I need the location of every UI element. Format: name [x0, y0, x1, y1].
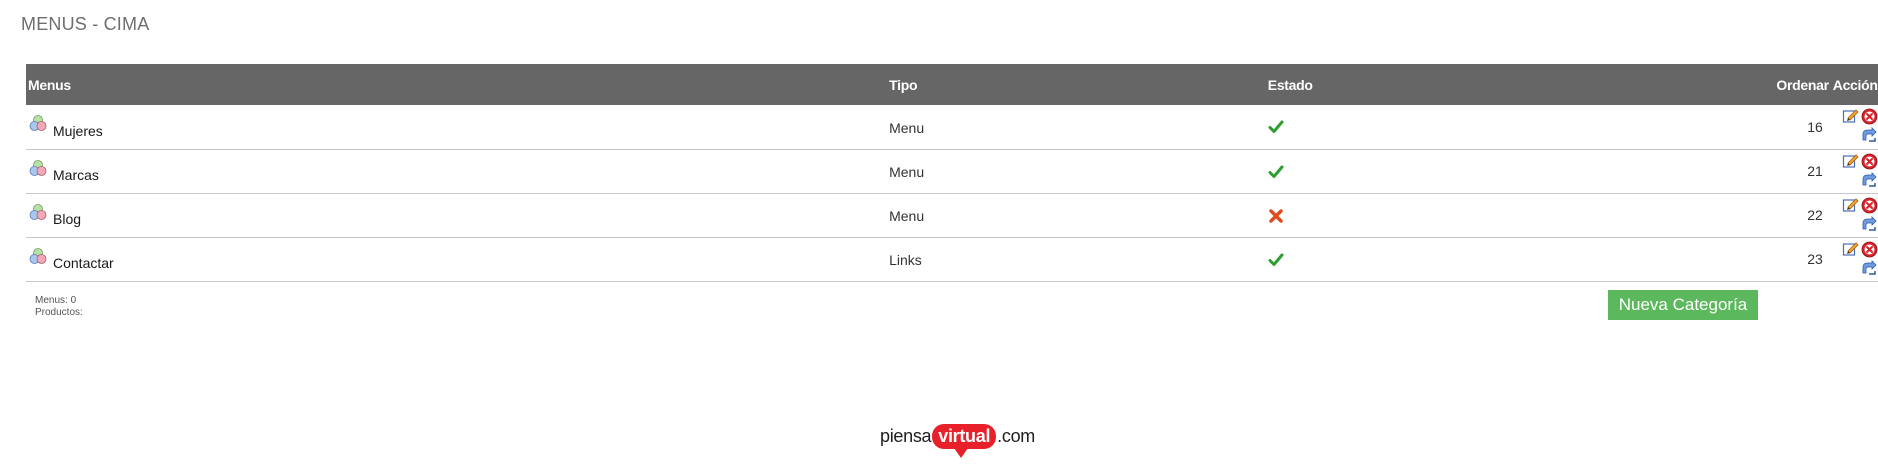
logo-prefix: piensa [880, 425, 932, 446]
menu-circles-icon [29, 203, 47, 221]
check-icon[interactable] [1268, 252, 1284, 268]
check-icon[interactable] [1268, 164, 1284, 180]
row-tipo: Menu [889, 164, 925, 180]
move-icon[interactable] [1861, 259, 1878, 277]
row-name[interactable]: Contactar [53, 255, 114, 271]
col-header-accion: Acción [1832, 76, 1878, 93]
row-orden: 21 [1807, 163, 1823, 179]
move-icon[interactable] [1861, 215, 1878, 233]
row-estado-cell[interactable] [1268, 237, 1723, 281]
footer-logo[interactable]: piensa virtual .com [880, 416, 1035, 458]
row-tipo: Menu [889, 208, 925, 224]
logo-highlight: virtual [932, 423, 997, 458]
edit-icon[interactable] [1842, 196, 1859, 213]
row-orden: 23 [1807, 251, 1823, 267]
edit-icon[interactable] [1842, 107, 1859, 124]
col-header-estado[interactable]: Estado [1268, 64, 1723, 105]
delete-icon[interactable] [1861, 153, 1878, 170]
row-estado-cell[interactable] [1268, 193, 1723, 237]
table-row: Blog Menu 22 [26, 193, 1878, 237]
row-actions [1833, 149, 1878, 193]
menus-table: Menus Tipo Estado Ordenar Acción Mujeres… [26, 64, 1878, 282]
row-actions [1833, 237, 1878, 281]
table-row: Contactar Links 23 [26, 237, 1878, 281]
row-estado-cell[interactable] [1268, 105, 1723, 149]
row-tipo: Menu [889, 119, 925, 136]
table-row: Marcas Menu 21 [26, 149, 1878, 193]
col-header-tipo[interactable]: Tipo [889, 64, 1268, 105]
row-orden: 16 [1807, 118, 1823, 135]
table-row: Mujeres Menu 16 [26, 105, 1878, 149]
edit-icon[interactable] [1842, 152, 1859, 169]
row-orden: 22 [1807, 207, 1823, 223]
row-tipo-cell: Menu [889, 149, 1268, 193]
cross-icon[interactable] [1268, 208, 1284, 224]
menu-circles-icon [29, 247, 47, 265]
delete-icon[interactable] [1861, 241, 1878, 258]
row-name-cell[interactable]: Contactar [26, 237, 889, 281]
check-icon[interactable] [1268, 119, 1284, 135]
row-name-cell[interactable]: Mujeres [26, 105, 889, 149]
row-tipo-cell: Menu [889, 105, 1268, 149]
logo-suffix: .com [997, 425, 1035, 446]
stats-productos: Productos: [35, 307, 83, 318]
page-title: MENUS - CIMA [21, 14, 150, 34]
new-category-button[interactable]: Nueva Categoría [1608, 290, 1758, 320]
col-header-ordenar[interactable]: Ordenar [1723, 64, 1833, 105]
edit-icon[interactable] [1842, 240, 1859, 257]
menu-circles-icon [29, 159, 47, 177]
row-actions [1833, 193, 1878, 237]
delete-icon[interactable] [1861, 108, 1878, 125]
row-name[interactable]: Blog [53, 211, 81, 227]
stats-menus: Menus: 0 [35, 295, 77, 306]
row-tipo-cell: Menu [889, 193, 1268, 237]
table-header-row: Menus Tipo Estado Ordenar Acción [26, 64, 1878, 105]
row-estado-cell[interactable] [1268, 149, 1723, 193]
row-actions [1833, 105, 1878, 149]
row-name-cell[interactable]: Marcas [26, 149, 889, 193]
delete-icon[interactable] [1861, 197, 1878, 214]
move-icon[interactable] [1861, 171, 1878, 189]
row-name[interactable]: Marcas [53, 167, 99, 183]
menu-circles-icon [29, 114, 47, 132]
stats-panel: Menus: 0 Productos: [35, 295, 83, 319]
row-name-cell[interactable]: Blog [26, 193, 889, 237]
row-tipo-cell: Links [889, 237, 1268, 281]
move-icon[interactable] [1861, 127, 1878, 144]
col-header-menus[interactable]: Menus [26, 64, 889, 105]
row-name[interactable]: Mujeres [53, 123, 103, 139]
row-tipo: Links [889, 252, 922, 268]
